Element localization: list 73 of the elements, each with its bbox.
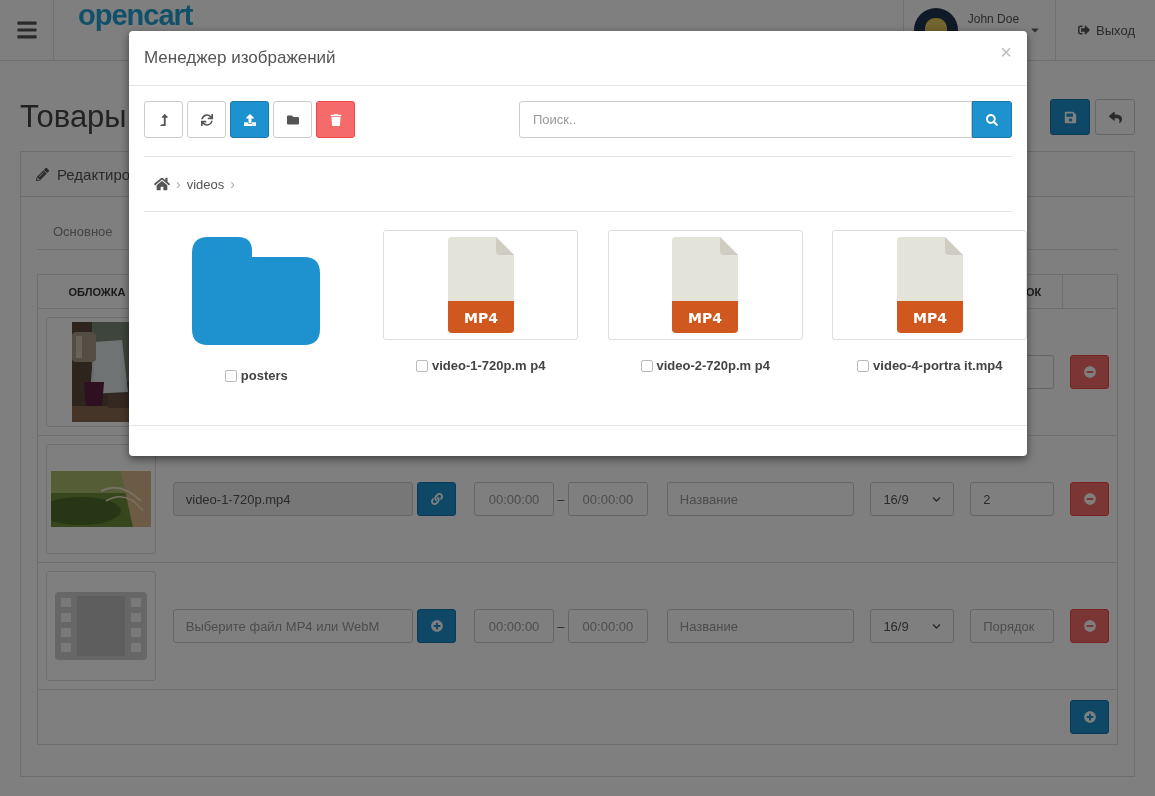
minus-icon bbox=[1083, 620, 1096, 632]
parent-folder-button[interactable] bbox=[144, 101, 183, 138]
minus-icon bbox=[1083, 493, 1096, 505]
order-field[interactable]: 2 bbox=[970, 482, 1055, 516]
dialog-title: Менеджер изображений bbox=[144, 48, 337, 68]
mp4-file-icon: MP4 bbox=[447, 237, 514, 333]
plus-icon bbox=[1083, 711, 1096, 723]
save-icon bbox=[1063, 110, 1077, 124]
search-field[interactable]: Поиск.. bbox=[519, 101, 972, 138]
file-name[interactable]: video-1-720p.m p4 bbox=[416, 358, 546, 373]
mp4-file-icon: MP4 bbox=[672, 237, 739, 333]
remove-button[interactable] bbox=[1070, 482, 1109, 516]
search-icon bbox=[986, 113, 998, 126]
folder-icon bbox=[286, 113, 299, 126]
column-header: ОК bbox=[1026, 285, 1043, 298]
range-dash: – bbox=[556, 491, 566, 507]
link-button[interactable] bbox=[417, 482, 457, 516]
save-button[interactable] bbox=[1050, 99, 1090, 135]
chevron-down-icon bbox=[932, 621, 942, 631]
pencil-icon bbox=[36, 167, 49, 181]
menu-icon[interactable] bbox=[15, 19, 38, 41]
tab[interactable]: Основное bbox=[37, 211, 129, 249]
mp4-file-icon: MP4 bbox=[896, 237, 963, 333]
logout-link[interactable]: Выход bbox=[1056, 22, 1155, 38]
refresh-icon bbox=[200, 113, 213, 126]
chevron-down-icon bbox=[932, 494, 942, 504]
film-icon bbox=[54, 592, 147, 660]
breadcrumb-separator: › bbox=[230, 176, 235, 192]
home-icon[interactable] bbox=[154, 176, 170, 192]
file-field[interactable]: video-1-720p.mp4 bbox=[172, 482, 414, 516]
trash-icon bbox=[329, 113, 342, 126]
remove-button[interactable] bbox=[1070, 355, 1109, 389]
remove-button[interactable] bbox=[1070, 609, 1109, 643]
upload-button[interactable] bbox=[230, 101, 269, 138]
panel-title: Редактиро bbox=[57, 165, 131, 183]
breadcrumb-separator: › bbox=[176, 176, 181, 192]
refresh-button[interactable] bbox=[187, 101, 226, 138]
link-icon bbox=[430, 493, 443, 505]
user-name[interactable]: John Doe bbox=[967, 12, 1020, 27]
page-title: Товары bbox=[20, 99, 127, 135]
add-row-button[interactable] bbox=[1070, 700, 1109, 734]
range-dash: – bbox=[556, 618, 566, 634]
folder-name[interactable]: posters bbox=[224, 368, 288, 383]
delete-button[interactable] bbox=[316, 101, 355, 138]
checkbox[interactable] bbox=[416, 359, 429, 372]
new-folder-button[interactable] bbox=[273, 101, 312, 138]
back-button[interactable] bbox=[1095, 99, 1135, 135]
search-button[interactable] bbox=[972, 101, 1012, 138]
logout-label: Выход bbox=[1096, 22, 1135, 38]
ratio-select[interactable]: 16/9 bbox=[870, 482, 955, 516]
upload-icon bbox=[243, 113, 256, 126]
file-name[interactable]: video-4-portra it.mp4 bbox=[857, 358, 1003, 373]
column-header: ОБЛОЖКА bbox=[67, 285, 127, 298]
reply-icon bbox=[1108, 110, 1122, 124]
thumbnail-frame[interactable] bbox=[46, 444, 156, 554]
file-thumbnail[interactable]: MP4 bbox=[832, 230, 1028, 340]
file-thumbnail[interactable]: MP4 bbox=[383, 230, 579, 340]
minus-icon bbox=[1083, 366, 1096, 378]
checkbox[interactable] bbox=[640, 359, 653, 372]
logo[interactable]: opencart bbox=[78, 0, 193, 30]
close-button[interactable]: × bbox=[1000, 40, 1012, 64]
select-file-button[interactable] bbox=[417, 609, 457, 643]
file-name[interactable]: video-2-720p.m p4 bbox=[640, 358, 770, 373]
file-thumbnail[interactable]: MP4 bbox=[607, 230, 803, 340]
logout-icon bbox=[1078, 24, 1091, 36]
folder-icon[interactable] bbox=[192, 237, 321, 345]
checkbox[interactable] bbox=[857, 359, 870, 372]
breadcrumb-link[interactable]: videos bbox=[186, 176, 225, 192]
checkbox[interactable] bbox=[224, 369, 237, 382]
ratio-select[interactable]: 16/9 bbox=[870, 609, 955, 643]
plus-icon bbox=[430, 620, 443, 632]
up-arrow-icon bbox=[157, 113, 170, 126]
thumbnail-frame[interactable] bbox=[46, 571, 156, 681]
